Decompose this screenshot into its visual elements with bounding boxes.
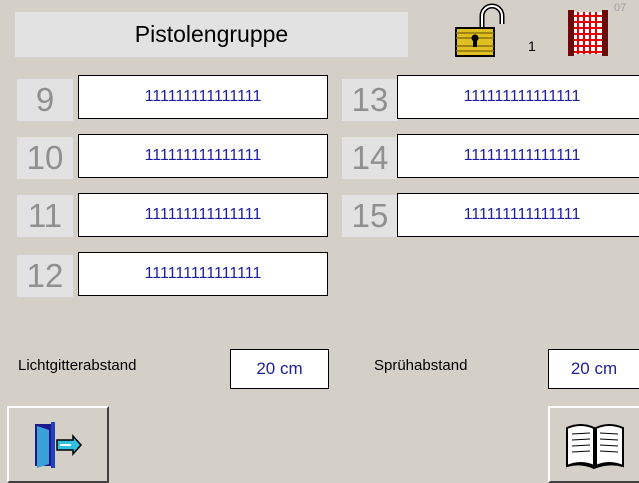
exit-button[interactable] (7, 406, 109, 483)
corner-indicator: 07 (614, 2, 627, 14)
manual-book-button[interactable] (548, 406, 639, 483)
gun-12-field[interactable]: 111111111111111 (78, 252, 328, 296)
light-grid-distance-field[interactable]: 20 cm (230, 349, 329, 389)
light-grid-distance-label: Lichtgitterabstand (18, 357, 137, 374)
lock-count: 1 (528, 38, 536, 54)
gun-number-15: 15 (342, 195, 398, 237)
light-curtain-icon[interactable] (568, 10, 608, 56)
gun-number-9: 9 (17, 79, 73, 121)
gun-number-11: 11 (17, 195, 73, 237)
gun-14-field[interactable]: 111111111111111 (397, 134, 639, 178)
gun-number-13: 13 (342, 79, 398, 121)
spray-distance-label: Sprühabstand (374, 357, 468, 374)
gun-9-field[interactable]: 111111111111111 (78, 75, 328, 119)
gun-number-12: 12 (17, 255, 73, 297)
gun-number-10: 10 (17, 137, 73, 179)
gun-15-field[interactable]: 111111111111111 (397, 193, 639, 237)
exit-door-icon (35, 421, 83, 468)
open-book-icon (565, 423, 624, 469)
page-title: Pistolengruppe (15, 12, 408, 57)
spray-distance-field[interactable]: 20 cm (548, 349, 639, 389)
padlock-open-icon[interactable] (452, 2, 512, 58)
gun-11-field[interactable]: 111111111111111 (78, 193, 328, 237)
pistolengruppe-screen: Pistolengruppe 1 07 9 111111111111111 10… (0, 0, 639, 483)
gun-13-field[interactable]: 111111111111111 (397, 75, 639, 119)
gun-10-field[interactable]: 111111111111111 (78, 134, 328, 178)
gun-number-14: 14 (342, 137, 398, 179)
